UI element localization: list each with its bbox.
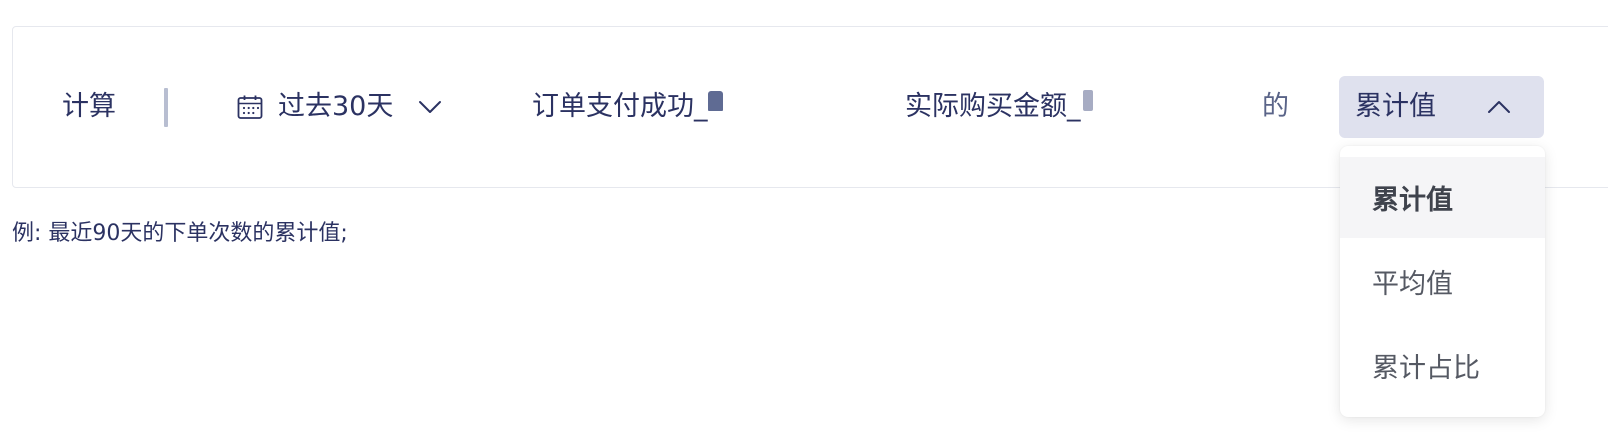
date-range-value: 过去30天 — [278, 91, 394, 122]
text-cursor — [1083, 90, 1093, 111]
calc-label: 计算 — [62, 91, 116, 122]
property-select[interactable]: 实际购买金额_ — [905, 86, 1091, 128]
divider — [164, 88, 168, 127]
option-cumulative[interactable]: 累计值 — [1340, 157, 1545, 238]
of-label: 的 — [1262, 91, 1289, 122]
text-cursor — [708, 91, 723, 111]
example-hint: 例: 最近90天的下单次数的累计值; — [12, 221, 348, 246]
page: 计算 过去30天 订单支付成功_ 实际购买金额_ 的 累计值 例: 最近90天的… — [0, 0, 1608, 446]
event-select[interactable]: 订单支付成功_ — [532, 86, 728, 128]
calendar-icon — [237, 95, 263, 119]
chevron-up-icon — [1488, 101, 1510, 113]
property-value: 实际购买金额_ — [905, 91, 1081, 122]
option-average[interactable]: 平均值 — [1340, 241, 1545, 322]
option-cumulative-share[interactable]: 累计占比 — [1340, 325, 1545, 406]
aggregation-value: 累计值 — [1355, 91, 1436, 122]
date-range-select[interactable]: 过去30天 — [236, 86, 443, 128]
chevron-down-icon — [419, 101, 442, 113]
event-value: 订单支付成功_ — [532, 91, 708, 122]
aggregation-select[interactable]: 累计值 — [1339, 76, 1544, 138]
aggregation-dropdown: 累计值 平均值 累计占比 — [1340, 146, 1545, 417]
